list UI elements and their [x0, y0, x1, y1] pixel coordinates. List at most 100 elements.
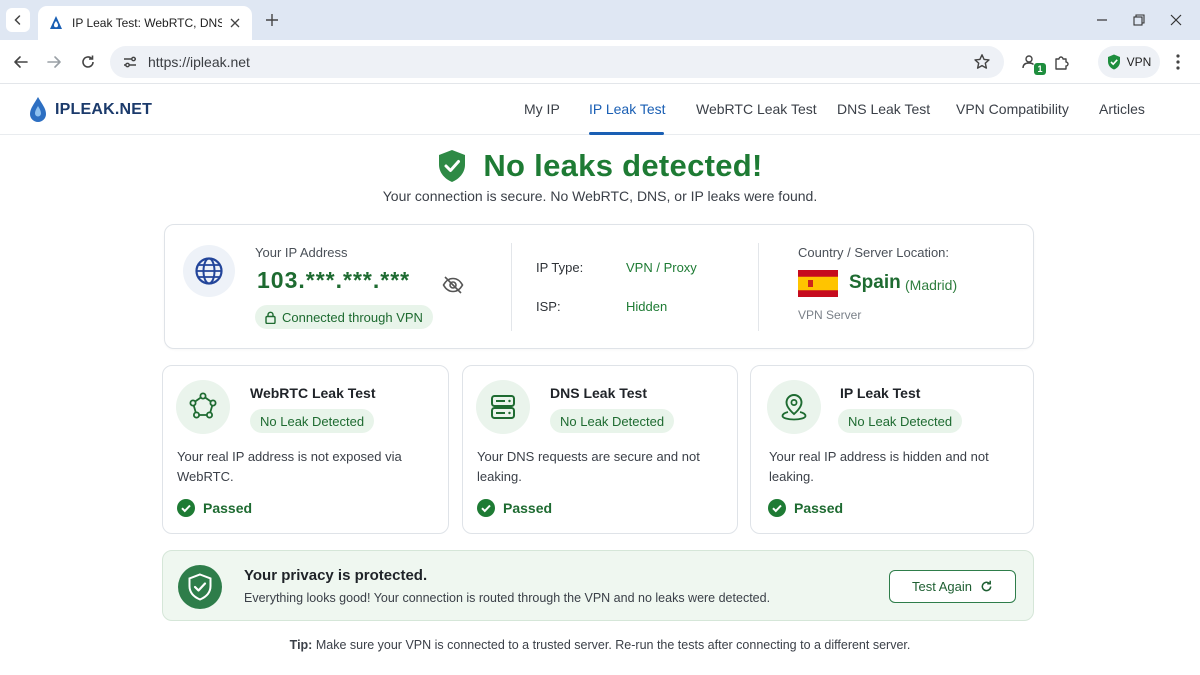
hero: No leaks detected!: [0, 146, 1200, 186]
test-description: Your DNS requests are secure and not lea…: [477, 449, 700, 484]
test-result-text: Passed: [794, 500, 844, 516]
isp-label: ISP:: [536, 299, 561, 314]
test-status-badge: No Leak Detected: [250, 409, 375, 433]
nav-webrtc-leak-test[interactable]: WebRTC Leak Test: [696, 101, 817, 117]
hero-title: No leaks detected!: [483, 148, 763, 183]
address-bar[interactable]: https://ipleak.net: [110, 46, 1004, 78]
dns-test-card: DNS Leak Test No Leak Detected Your DNS …: [462, 365, 738, 534]
nav-vpn-compatibility[interactable]: VPN Compatibility: [956, 101, 1069, 117]
vpn-chip-label: VPN: [1126, 55, 1152, 69]
privacy-text: Everything looks good! Your connection i…: [244, 591, 771, 605]
hero-subtitle: Your connection is secure. No WebRTC, DN…: [382, 188, 818, 204]
minimize-icon: [1097, 19, 1107, 21]
divider: [511, 243, 512, 331]
close-icon: [1170, 14, 1182, 26]
ip-test-card: IP Leak Test No Leak Detected Your real …: [750, 365, 1034, 534]
globe-icon: [195, 257, 223, 285]
maximize-button[interactable]: [1129, 10, 1149, 30]
reload-icon: [82, 55, 94, 68]
ipleak-favicon-icon: [48, 15, 64, 31]
chevron-left-icon: [14, 15, 21, 25]
plus-icon: [266, 14, 278, 26]
forward-button[interactable]: [42, 50, 66, 74]
browser-tab[interactable]: IP Leak Test: WebRTC, DNS & IP: [38, 6, 252, 40]
isp-value: Hidden: [626, 299, 668, 314]
tab-title: IP Leak Test: WebRTC, DNS & IP: [72, 16, 222, 30]
main-nav: My IP IP Leak Test WebRTC Leak Test DNS …: [0, 85, 1200, 135]
lock-icon: [265, 311, 276, 324]
puzzle-icon: [1055, 56, 1069, 70]
reload-button[interactable]: [76, 50, 100, 74]
close-icon[interactable]: [226, 14, 244, 32]
ip-address-label: Your IP Address: [255, 245, 348, 260]
country-name: Spain: [849, 272, 901, 293]
more-vertical-icon: [1176, 54, 1180, 70]
vpn-extension-button[interactable]: VPN: [1098, 46, 1160, 78]
menu-button[interactable]: [1166, 50, 1190, 74]
map-pin-icon: [781, 394, 807, 421]
browser-tab-bar: IP Leak Test: WebRTC, DNS & IP: [0, 0, 1200, 40]
active-nav-indicator: [589, 132, 664, 135]
country-label: Country / Server Location:: [798, 245, 950, 260]
test-title: WebRTC Leak Test: [250, 385, 376, 401]
spain-flag-icon: [798, 270, 838, 297]
test-title: DNS Leak Test: [550, 385, 647, 401]
globe-icon-circle: [183, 245, 235, 297]
server-icon: [491, 395, 515, 419]
webrtc-icon: [189, 392, 217, 419]
nav-my-ip[interactable]: My IP: [524, 101, 560, 117]
test-result: Passed: [477, 499, 552, 517]
close-window-button[interactable]: [1166, 10, 1186, 30]
nav-dns-leak-test[interactable]: DNS Leak Test: [837, 101, 930, 117]
ip-type-value: VPN / Proxy: [626, 260, 697, 275]
arrow-left-icon: [14, 56, 28, 68]
minimize-button[interactable]: [1092, 10, 1112, 30]
vpn-badge-text: Connected through VPN: [282, 309, 423, 325]
arrow-right-icon: [47, 56, 61, 68]
test-status-badge: No Leak Detected: [838, 409, 963, 433]
divider: [758, 243, 759, 331]
restore-icon: [1133, 14, 1145, 26]
extension-button[interactable]: 1: [1018, 50, 1046, 75]
nav-ip-leak-test[interactable]: IP Leak Test: [589, 101, 666, 117]
tip-text: Tip: Make sure your VPN is connected to …: [0, 638, 1200, 652]
webrtc-icon-circle: [176, 380, 230, 434]
ip-icon-circle: [767, 380, 821, 434]
vpn-connection-badge: Connected through VPN: [255, 305, 433, 329]
check-circle-icon: [768, 499, 786, 517]
shield-check-icon: [178, 565, 222, 609]
back-button[interactable]: [9, 50, 33, 74]
test-title: IP Leak Test: [840, 385, 921, 401]
test-result: Passed: [768, 499, 843, 517]
check-circle-icon: [477, 499, 495, 517]
url-text: https://ipleak.net: [148, 54, 250, 70]
server-label: VPN Server: [798, 308, 862, 322]
webrtc-test-card: WebRTC Leak Test No Leak Detected Your r…: [162, 365, 449, 534]
shield-check-icon: [439, 150, 466, 182]
new-tab-button[interactable]: [262, 10, 282, 30]
city-name: (Madrid): [905, 277, 958, 293]
extensions-button[interactable]: [1050, 50, 1074, 74]
test-status-badge: No Leak Detected: [550, 409, 675, 433]
ip-type-label: IP Type:: [536, 260, 584, 275]
test-description: Your real IP address is hidden and not l…: [769, 449, 989, 484]
bookmark-star-icon[interactable]: [970, 50, 994, 74]
privacy-banner: Your privacy is protected. Everything lo…: [162, 550, 1034, 621]
dns-icon-circle: [476, 380, 530, 434]
check-circle-icon: [177, 499, 195, 517]
test-result: Passed: [177, 499, 252, 517]
test-again-button[interactable]: Test Again: [889, 570, 1016, 603]
eye-off-icon[interactable]: [441, 273, 465, 297]
refresh-icon: [981, 580, 992, 592]
site-info-icon[interactable]: [120, 52, 140, 72]
tip-body: Make sure your VPN is connected to a tru…: [315, 638, 911, 652]
privacy-title: Your privacy is protected.: [244, 567, 428, 584]
test-description: Your real IP address is not exposed via …: [177, 449, 402, 484]
shield-check-icon: [1107, 54, 1120, 70]
test-again-label: Test Again: [912, 579, 972, 594]
tab-search-button[interactable]: [6, 8, 30, 32]
ip-info-card: Your IP Address 103.***.***.*** Connecte…: [164, 224, 1034, 349]
tip-prefix: Tip:: [289, 638, 313, 652]
nav-articles[interactable]: Articles: [1099, 101, 1145, 117]
extension-badge: 1: [1034, 63, 1046, 75]
